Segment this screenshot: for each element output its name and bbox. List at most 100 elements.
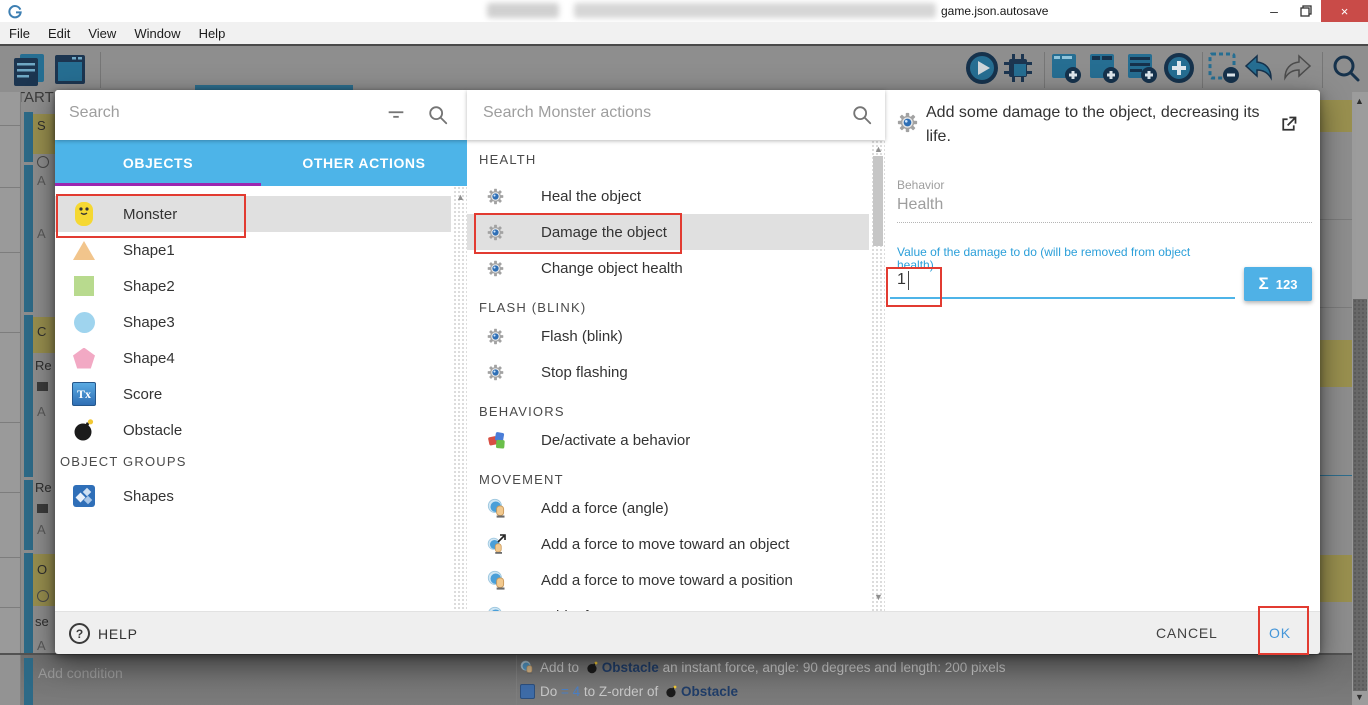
gear-action-icon [487,328,504,345]
action-item-stop-flashing[interactable]: Stop flashing [467,354,869,390]
scrollbar-thumb[interactable] [873,156,883,246]
help-icon: ? [69,623,90,644]
minimize-button[interactable]: – [1258,0,1290,22]
highlight-box-damage-action [474,213,682,254]
add-event-button[interactable] [1126,52,1158,84]
force-action-icon [487,498,508,519]
add-comment-button[interactable] [1088,52,1120,84]
scene-editor-icon[interactable] [52,51,88,87]
events-scrollbar[interactable]: ▲ ▼ [1352,92,1368,705]
event-action-row[interactable]: Do = 4 to Z-order of Obstacle [520,684,738,699]
add-sub-event-button[interactable] [1050,52,1082,84]
events-sheet-icon[interactable] [12,51,46,87]
redo-button[interactable] [1281,52,1313,84]
restore-button[interactable] [1290,0,1321,22]
action-item-add-force-toward-object[interactable]: Add a force to move toward an object [467,526,869,562]
action-item-deactivate-behavior[interactable]: De/activate a behavior [467,422,869,458]
object-item-shape2[interactable]: Shape2 [55,268,451,304]
delete-event-button[interactable] [1208,52,1240,84]
gdevelop-logo-icon [7,3,23,19]
search-icon[interactable] [427,104,449,126]
group-item-shapes[interactable]: Shapes [55,478,451,514]
play-button[interactable] [966,52,998,84]
piano-icon [37,504,48,513]
scroll-up-icon[interactable]: ▲ [874,144,883,154]
scroll-up-icon[interactable]: ▲ [456,192,465,202]
action-item-add-force-toward-position[interactable]: Add a force to move toward a position [467,562,869,598]
section-behaviors: BEHAVIORS [479,404,565,419]
highlight-box-ok-button [1258,606,1309,655]
force-icon [520,660,535,675]
objects-tab-bar: OBJECTS OTHER ACTIONS [55,140,467,186]
filter-icon[interactable] [385,104,407,126]
scroll-down-icon[interactable]: ▼ [1355,692,1364,702]
search-icon[interactable] [851,104,873,126]
gear-action-icon [487,260,504,277]
cancel-button[interactable]: CANCEL [1150,624,1224,642]
param-value-input[interactable] [897,271,1227,289]
tab-objects[interactable]: OBJECTS [55,140,261,186]
timer-icon [37,156,49,168]
force-action-icon [487,570,508,591]
scroll-down-icon[interactable]: ▼ [874,592,883,602]
bottom-events-strip: Add condition Add to Obstacle an instant… [0,655,1352,705]
open-in-new-icon[interactable] [1278,114,1299,135]
menu-edit[interactable]: Edit [39,26,79,41]
action-item-flash[interactable]: Flash (blink) [467,318,869,354]
event-text-fragment: S [37,118,46,133]
scrollbar-thumb[interactable] [1353,299,1367,691]
objects-search-card [55,90,467,140]
actions-list-scrollbar[interactable]: ▲ ▼ [871,140,885,611]
action-item-change-health[interactable]: Change object health [467,250,869,286]
object-item-obstacle[interactable]: Obstacle [55,412,451,448]
timer-icon [37,590,49,602]
menu-file[interactable]: File [0,26,39,41]
text-object-icon: Tx [72,381,96,407]
undo-button[interactable] [1243,52,1275,84]
tab-other-actions[interactable]: OTHER ACTIONS [261,140,467,186]
actions-list: HEALTH Heal the object Damage the object… [467,140,885,611]
gear-action-icon [897,112,918,133]
square-object-icon [72,273,96,299]
behavior-label: Behavior [897,178,944,192]
add-circle-button[interactable] [1163,52,1195,84]
menu-bar: File Edit View Window Help [0,22,1368,44]
objects-list-scrollbar[interactable]: ▲ [453,186,467,611]
redacted-path-blur [574,3,936,18]
add-condition-placeholder[interactable]: Add condition [38,665,123,681]
event-action-row[interactable]: Add to Obstacle an instant force, angle:… [520,660,1006,675]
menu-help[interactable]: Help [190,26,235,41]
section-flash: FLASH (BLINK) [479,300,586,315]
close-button[interactable]: × [1321,0,1368,22]
actions-search-input[interactable] [481,103,825,123]
menu-view[interactable]: View [79,26,125,41]
object-item-shape3[interactable]: Shape3 [55,304,451,340]
actions-panel: HEALTH Heal the object Damage the object… [467,90,885,611]
event-header-block [1320,340,1352,387]
objects-search-input[interactable] [67,103,371,123]
help-button[interactable]: ? HELP [69,623,138,644]
window-title: game.json.autosave [941,4,1048,18]
action-item-add-force-partial[interactable]: Add a force [467,598,869,611]
search-toolbar-button[interactable] [1330,52,1362,84]
object-item-score[interactable]: Tx Score [55,376,451,412]
action-item-heal[interactable]: Heal the object [467,178,869,214]
param-label: Value of the damage to do (will be remov… [897,246,1207,272]
debug-button[interactable] [1002,52,1034,84]
object-item-shape4[interactable]: Shape4 [55,340,451,376]
behavior-action-icon [487,430,507,450]
objects-list: Monster Shape1 Shape2 Shape3 Shape4 Tx [55,186,467,611]
event-margin-column [0,92,21,705]
expression-editor-button[interactable]: Σ 123 [1244,267,1312,301]
section-movement: MOVEMENT [479,472,564,487]
scroll-up-icon[interactable]: ▲ [1355,96,1364,106]
menu-window[interactable]: Window [125,26,189,41]
dialog-footer: ? HELP CANCEL OK [55,611,1320,654]
group-object-icon [72,483,96,509]
gear-action-icon [487,364,504,381]
selected-event-outline [1318,475,1353,557]
restore-icon [1300,5,1312,17]
action-item-add-force-angle[interactable]: Add a force (angle) [467,490,869,526]
help-button-label[interactable]: HELP [98,626,138,642]
sigma-icon: Σ [1259,274,1269,294]
